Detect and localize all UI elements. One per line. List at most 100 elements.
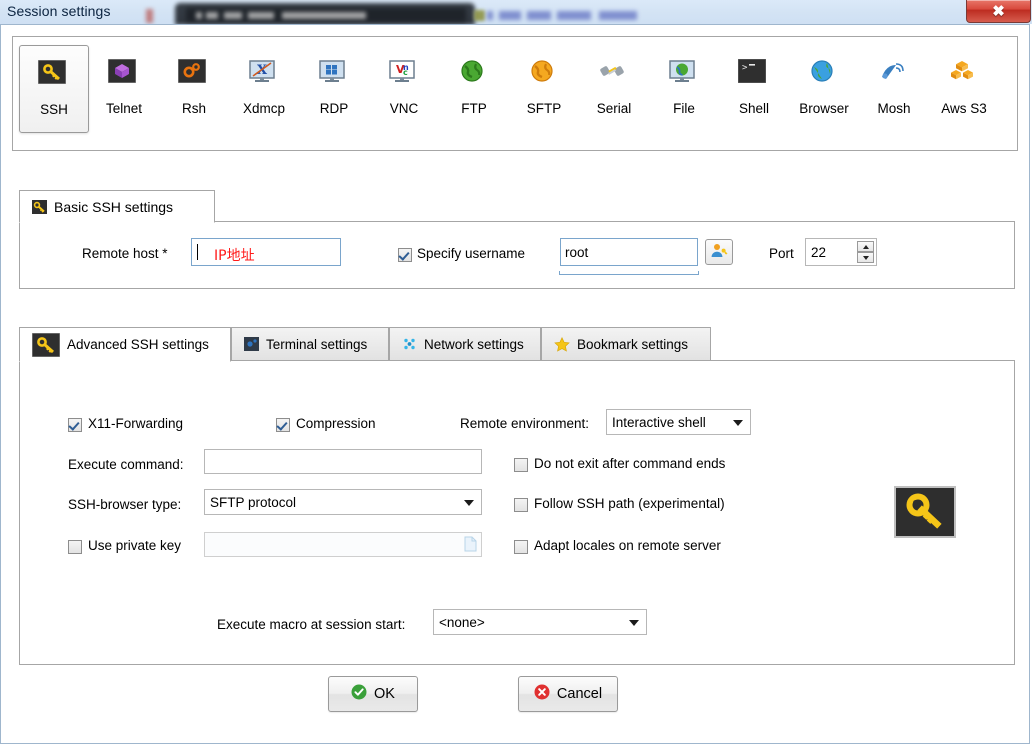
execute-macro-label: Execute macro at session start: <box>217 617 406 632</box>
session-type-label: VNC <box>389 101 419 116</box>
compression-label[interactable]: Compression <box>296 416 376 431</box>
execute-macro-value: <none> <box>439 614 485 630</box>
remote-environment-select[interactable]: Interactive shell <box>606 409 751 435</box>
check-circle-icon <box>351 684 367 704</box>
session-type-label: Telnet <box>105 101 143 116</box>
session-type-aws-s3-button[interactable]: Aws S3 <box>929 45 999 133</box>
session-type-label: Shell <box>738 101 770 116</box>
session-type-shell-button[interactable]: > Shell <box>719 45 789 133</box>
session-type-label: Aws S3 <box>941 101 987 116</box>
do-not-exit-label[interactable]: Do not exit after command ends <box>534 456 725 471</box>
terminal-icon <box>244 337 259 351</box>
adapt-locales-label[interactable]: Adapt locales on remote server <box>534 538 721 553</box>
execute-command-input[interactable] <box>204 449 482 474</box>
tab-bookmark-settings[interactable]: Bookmark settings <box>541 327 711 361</box>
x11-forwarding-label[interactable]: X11-Forwarding <box>88 416 183 431</box>
compression-checkbox[interactable] <box>276 418 290 432</box>
adapt-locales-checkbox[interactable] <box>514 540 528 554</box>
tab-basic-ssh-settings[interactable]: Basic SSH settings <box>19 190 215 223</box>
follow-ssh-path-label[interactable]: Follow SSH path (experimental) <box>534 496 725 511</box>
port-value: 22 <box>811 244 827 260</box>
session-type-label: File <box>673 101 695 116</box>
session-type-mosh-button[interactable]: Mosh <box>859 45 929 133</box>
session-type-sftp-button[interactable]: SFTP <box>509 45 579 133</box>
user-key-icon-button[interactable] <box>705 239 733 265</box>
aws-s3-boxes-icon <box>948 59 980 89</box>
execute-macro-select[interactable]: <none> <box>433 609 647 635</box>
svg-text:>: > <box>742 63 748 73</box>
background-icon-blur <box>474 10 485 21</box>
specify-username-checkbox[interactable] <box>398 248 412 262</box>
ssh-key-icon <box>32 332 60 357</box>
cross-circle-icon <box>534 684 550 704</box>
telnet-cube-icon <box>107 58 140 89</box>
advanced-tab-strip: Advanced SSH settings Terminal settings Ne… <box>19 327 1015 362</box>
session-type-ssh-button[interactable]: SSH <box>19 45 89 133</box>
chevron-down-icon <box>862 255 869 260</box>
ssh-browser-type-label: SSH-browser type: <box>68 497 182 512</box>
chevron-down-icon <box>629 620 639 626</box>
ok-button-label: OK <box>374 686 395 702</box>
background-link-blur <box>487 11 637 20</box>
session-type-label: SFTP <box>526 101 562 116</box>
remote-environment-label: Remote environment: <box>460 416 590 431</box>
follow-ssh-path-checkbox[interactable] <box>514 498 528 512</box>
session-type-file-button[interactable]: File <box>649 45 719 133</box>
session-type-label: Mosh <box>877 101 911 116</box>
session-type-serial-button[interactable]: Serial <box>579 45 649 133</box>
port-increment-button[interactable] <box>857 241 874 252</box>
port-spinner[interactable]: 22 <box>805 238 877 266</box>
username-input[interactable] <box>560 238 698 266</box>
session-type-ftp-button[interactable]: FTP <box>439 45 509 133</box>
vnc-monitor-icon: Vnc <box>388 59 420 89</box>
xdmcp-monitor-icon: X <box>248 59 280 89</box>
session-type-rsh-button[interactable]: Rsh <box>159 45 229 133</box>
chevron-down-icon <box>464 500 474 506</box>
advanced-ssh-settings-panel: X11-Forwarding Compression Remote enviro… <box>19 360 1015 665</box>
ok-button[interactable]: OK <box>328 676 418 712</box>
session-type-label: FTP <box>461 101 487 116</box>
close-button[interactable]: ✖ <box>966 0 1031 23</box>
tab-network-settings[interactable]: Network settings <box>389 327 541 361</box>
ssh-browser-type-select[interactable]: SFTP protocol <box>204 489 482 515</box>
rdp-monitor-icon <box>318 59 350 89</box>
tab-label: Terminal settings <box>266 336 368 352</box>
specify-username-label[interactable]: Specify username <box>417 246 525 261</box>
ssh-key-icon <box>32 199 47 214</box>
svg-text:c: c <box>403 68 408 77</box>
cancel-button[interactable]: Cancel <box>518 676 618 712</box>
session-type-vnc-button[interactable]: Vn c VNC <box>369 45 439 133</box>
close-icon: ✖ <box>992 3 1005 20</box>
session-type-browser-button[interactable]: Browser <box>789 45 859 133</box>
basic-settings-panel: Remote host * IP地址 Specify username Port… <box>19 221 1015 289</box>
ssh-browser-type-value: SFTP protocol <box>210 494 297 510</box>
remote-environment-value: Interactive shell <box>612 414 706 430</box>
session-type-telnet-button[interactable]: Telnet <box>89 45 159 133</box>
session-type-rdp-button[interactable]: RDP <box>299 45 369 133</box>
session-type-label: Xdmcp <box>242 101 286 116</box>
file-browse-icon[interactable] <box>464 536 477 555</box>
text-caret <box>197 244 198 260</box>
use-private-key-label[interactable]: Use private key <box>88 538 181 553</box>
session-type-xdmcp-button[interactable]: X Xdmcp <box>229 45 299 133</box>
chevron-down-icon <box>733 420 743 426</box>
rsh-gears-icon <box>177 58 210 89</box>
port-decrement-button[interactable] <box>857 252 874 263</box>
remote-host-input[interactable] <box>191 238 341 266</box>
x11-forwarding-checkbox[interactable] <box>68 418 82 432</box>
ftp-globe-icon <box>458 59 490 89</box>
tab-advanced-ssh-settings[interactable]: Advanced SSH settings <box>19 327 231 362</box>
port-spinner-buttons[interactable] <box>857 241 874 263</box>
file-monitor-icon <box>668 59 700 89</box>
sftp-globe-icon <box>528 59 560 89</box>
tab-basic-label: Basic SSH settings <box>54 198 174 215</box>
do-not-exit-checkbox[interactable] <box>514 458 528 472</box>
star-icon <box>554 336 570 352</box>
tab-label: Network settings <box>424 336 524 352</box>
ssh-key-illustration <box>894 486 956 538</box>
use-private-key-checkbox[interactable] <box>68 540 82 554</box>
title-bar: Session settings <box>0 0 1032 24</box>
tab-terminal-settings[interactable]: Terminal settings <box>231 327 389 361</box>
private-key-input[interactable] <box>204 532 482 557</box>
key-icon <box>905 493 945 532</box>
